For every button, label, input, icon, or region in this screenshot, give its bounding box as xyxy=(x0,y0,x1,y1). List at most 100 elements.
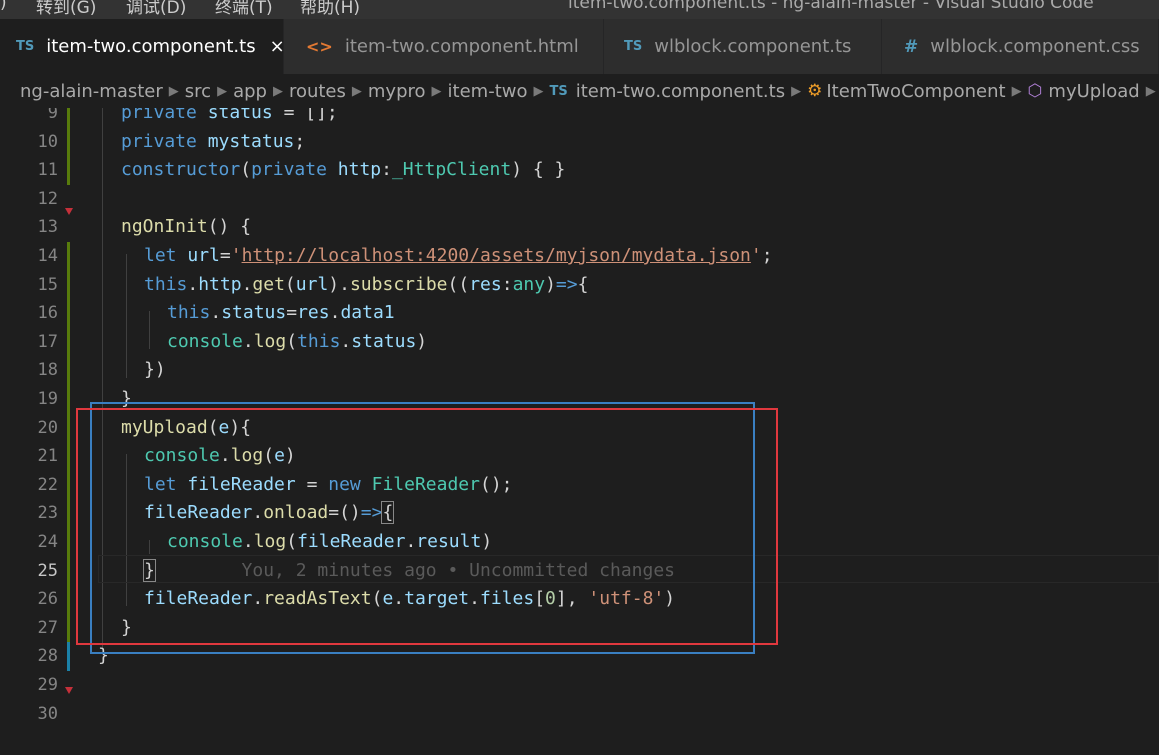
code-editor[interactable]: 9 private status = []; 10 private mystat… xyxy=(0,108,1159,755)
title-bar: ) 转到(G) 调试(D) 终端(T) 帮助(H) item-two.compo… xyxy=(0,0,1159,19)
menu-terminal[interactable]: 终端(T) xyxy=(215,0,273,18)
menu-help[interactable]: 帮助(H) xyxy=(300,0,360,18)
chevron-right-icon: ▶ xyxy=(351,83,362,99)
chevron-right-icon: ▶ xyxy=(533,83,544,99)
line-number: 25 xyxy=(37,560,58,581)
line-number: 23 xyxy=(37,503,58,524)
breadcrumb-item[interactable]: ng-alain-master xyxy=(20,81,163,102)
html-file-icon: <> xyxy=(306,37,333,56)
tab-wlblock-component-css[interactable]: # wlblock.component.css xyxy=(882,19,1159,74)
chevron-right-icon: ▶ xyxy=(1011,83,1022,99)
chevron-right-icon: ▶ xyxy=(431,83,442,99)
line-number: 20 xyxy=(37,417,58,438)
git-added-marker xyxy=(67,642,70,671)
line-number: 10 xyxy=(37,131,58,152)
breadcrumb-item[interactable]: routes xyxy=(289,81,346,102)
code-line: 18 }) xyxy=(0,356,1159,385)
code-text: ngOnInit() { xyxy=(121,216,252,238)
git-modified-marker xyxy=(67,442,70,471)
tab-wlblock-component-ts[interactable]: TS wlblock.component.ts xyxy=(604,19,882,74)
line-number: 29 xyxy=(37,675,58,695)
menu-fragment[interactable]: ) xyxy=(0,0,7,13)
deleted-lines-marker xyxy=(65,687,73,694)
git-modified-marker xyxy=(67,613,70,643)
typescript-file-icon: TS xyxy=(624,39,643,54)
close-icon[interactable]: × xyxy=(270,36,283,57)
code-text: this.status=res.data1 xyxy=(167,302,395,324)
breadcrumb-item[interactable]: src xyxy=(185,81,211,102)
code-line: 14 let url='http://localhost:4200/assets… xyxy=(0,242,1159,271)
highlight-box-red xyxy=(76,408,778,645)
tab-item-two-component-html[interactable]: <> item-two.component.html xyxy=(284,19,604,74)
line-number: 22 xyxy=(37,474,58,495)
tab-label: wlblock.component.css xyxy=(930,36,1140,57)
window-title: item-two.component.ts - ng-alain-master … xyxy=(568,0,1094,13)
chevron-right-icon: ▶ xyxy=(272,83,283,99)
git-modified-marker xyxy=(67,528,70,557)
chevron-right-icon: ▶ xyxy=(1145,83,1156,99)
git-modified-marker xyxy=(67,299,70,328)
code-text: this.http.get(url).subscribe((res:any)=>… xyxy=(144,273,589,295)
line-number: 18 xyxy=(37,360,58,381)
git-modified-marker xyxy=(67,356,70,385)
line-number: 26 xyxy=(37,589,58,610)
line-number: 27 xyxy=(37,617,58,638)
code-text: private mystatus; xyxy=(121,130,306,152)
line-number: 17 xyxy=(37,331,58,352)
breadcrumb-item[interactable]: mypro xyxy=(368,81,426,102)
chevron-right-icon: ▶ xyxy=(791,83,802,99)
typescript-file-icon: TS xyxy=(16,39,35,54)
tab-label: item-two.component.html xyxy=(344,36,579,57)
chevron-right-icon: ▶ xyxy=(217,83,228,99)
breadcrumb-item[interactable]: item-two xyxy=(448,81,528,102)
code-line: 10 private mystatus; xyxy=(0,127,1159,157)
css-file-icon: # xyxy=(904,36,919,57)
breadcrumb-class[interactable]: ItemTwoComponent xyxy=(826,81,1005,102)
line-number: 15 xyxy=(37,274,58,295)
git-modified-marker xyxy=(67,156,70,185)
menu-go[interactable]: 转到(G) xyxy=(36,0,96,18)
git-modified-marker xyxy=(67,327,70,357)
git-modified-marker xyxy=(67,470,70,500)
line-number: 19 xyxy=(37,389,58,409)
code-text: }) xyxy=(144,359,166,381)
line-number: 13 xyxy=(37,217,58,238)
typescript-file-icon: TS xyxy=(549,83,568,99)
code-text: private status = []; xyxy=(121,108,338,123)
line-number: 11 xyxy=(37,160,58,181)
menu-debug[interactable]: 调试(D) xyxy=(126,0,186,18)
tab-label: wlblock.component.ts xyxy=(654,36,852,57)
tab-item-two-component-ts[interactable]: TS item-two.component.ts × xyxy=(0,19,284,74)
code-line: 13 ngOnInit() { xyxy=(0,213,1159,242)
git-modified-marker xyxy=(67,385,70,414)
code-line: 16 this.status=res.data1 xyxy=(0,299,1159,328)
breadcrumb-method[interactable]: myUpload xyxy=(1048,81,1139,102)
code-line: 9 private status = []; xyxy=(0,108,1159,128)
code-text: constructor(private http:_HttpClient) { … xyxy=(121,159,566,181)
code-line: 17 console.log(this.status) xyxy=(0,327,1159,357)
editor-tab-bar: TS item-two.component.ts × <> item-two.c… xyxy=(0,19,1159,74)
git-modified-marker xyxy=(67,270,70,300)
code-line: 11 constructor(private http:_HttpClient)… xyxy=(0,156,1159,185)
line-number: 24 xyxy=(37,532,58,552)
line-number: 9 xyxy=(47,108,58,123)
git-modified-marker xyxy=(67,556,70,586)
breadcrumb-item[interactable]: app xyxy=(233,81,267,102)
code-text: let url='http://localhost:4200/assets/my… xyxy=(144,245,773,266)
chevron-right-icon: ▶ xyxy=(168,83,179,99)
code-line: 15 this.http.get(url).subscribe((res:any… xyxy=(0,270,1159,300)
url-link[interactable]: http://localhost:4200/assets/myjson/myda… xyxy=(242,245,751,266)
line-number: 21 xyxy=(37,446,58,467)
tab-label: item-two.component.ts xyxy=(46,36,256,57)
code-line: 12 xyxy=(0,185,1159,215)
line-number: 12 xyxy=(37,188,58,209)
class-symbol-icon: ⚙ xyxy=(807,81,823,101)
git-modified-marker xyxy=(67,108,70,128)
line-number: 16 xyxy=(37,303,58,324)
git-modified-marker xyxy=(67,585,70,614)
method-symbol-icon: ⬡ xyxy=(1027,81,1043,101)
code-line: 29 xyxy=(0,671,1159,700)
git-modified-marker xyxy=(67,242,70,271)
breadcrumb-file[interactable]: item-two.component.ts xyxy=(576,81,785,102)
git-modified-marker xyxy=(67,127,70,157)
